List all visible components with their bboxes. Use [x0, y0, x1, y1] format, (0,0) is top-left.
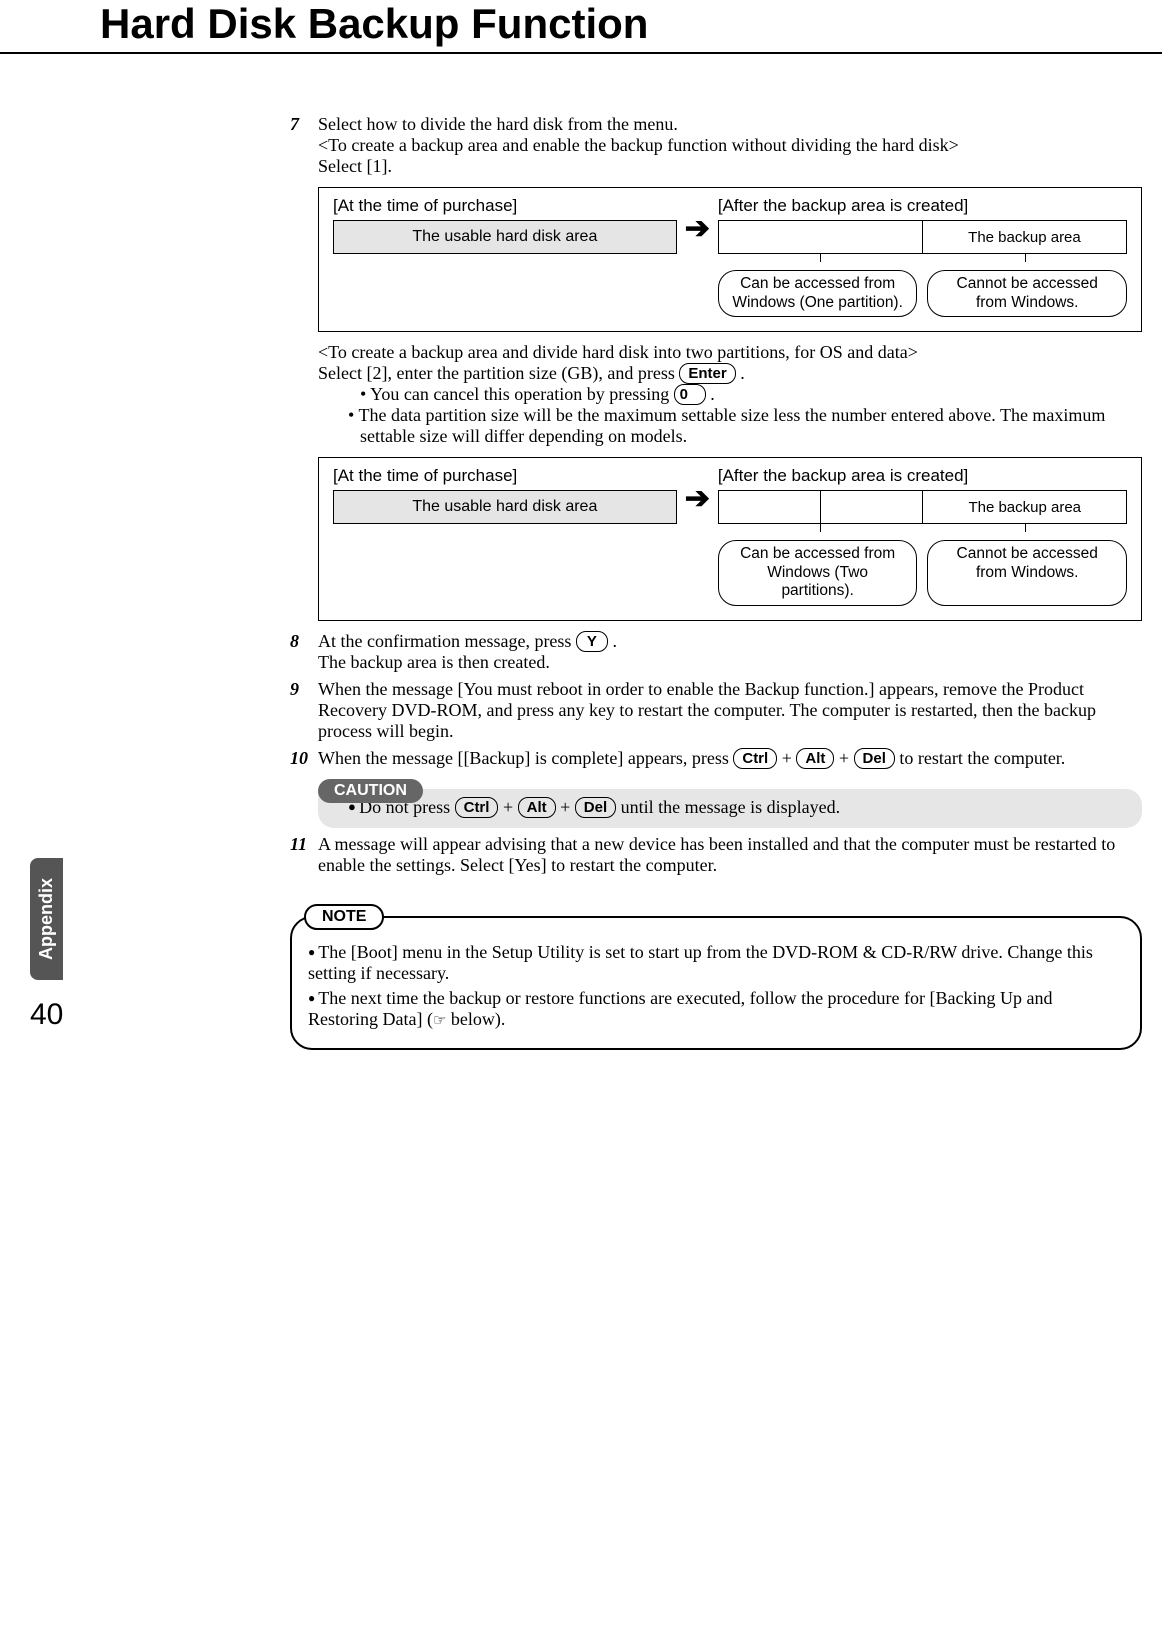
ctrl-key: Ctrl	[733, 748, 777, 769]
arrow-icon: ➔	[677, 196, 718, 244]
alt-key: Alt	[518, 797, 556, 818]
zero-key: 0	[674, 384, 706, 405]
hand-icon: ☞	[433, 1013, 446, 1029]
after-disk-2: The backup area	[718, 490, 1127, 524]
caution-text: Do not press Ctrl + Alt + Del until the …	[348, 797, 1128, 818]
bubble-accessible-one: Can be accessed from Windows (One partit…	[718, 270, 918, 317]
bubble-not-accessible-2: Cannot be accessed from Windows.	[927, 540, 1127, 606]
bubble-accessible-two: Can be accessed from Windows (Two partit…	[718, 540, 918, 606]
caution-box: CAUTION Do not press Ctrl + Alt + Del un…	[318, 779, 1142, 828]
main-content: 7 Select how to divide the hard disk fro…	[290, 114, 1142, 1050]
diagram-2: [At the time of purchase] The usable har…	[318, 457, 1142, 621]
purchase-label-2: [At the time of purchase]	[333, 466, 677, 486]
step7-line5: Select [2], enter the partition size (GB…	[318, 363, 1142, 384]
enter-key: Enter	[679, 363, 735, 384]
after-usable-p2	[821, 491, 922, 523]
note-box: NOTE The [Boot] menu in the Setup Utilit…	[290, 890, 1142, 1050]
note-item-1: The [Boot] menu in the Setup Utility is …	[308, 942, 1124, 984]
page-header: Hard Disk Backup Function	[0, 0, 1162, 54]
del-key: Del	[854, 748, 895, 769]
after-label: [After the backup area is created]	[718, 196, 1127, 216]
usable-disk-area: The usable hard disk area	[333, 220, 677, 254]
alt-key: Alt	[796, 748, 834, 769]
step-10: 10 When the message [[Backup] is complet…	[290, 748, 1142, 769]
step7-line1: Select how to divide the hard disk from …	[318, 114, 678, 134]
usable-disk-area-2: The usable hard disk area	[333, 490, 677, 524]
step7-line4: <To create a backup area and divide hard…	[318, 342, 1142, 363]
arrow-icon-2: ➔	[677, 466, 718, 514]
caution-label: CAUTION	[318, 779, 423, 803]
page-number: 40	[30, 998, 63, 1032]
ctrl-key: Ctrl	[455, 797, 499, 818]
purchase-label: [At the time of purchase]	[333, 196, 677, 216]
step-7: 7 Select how to divide the hard disk fro…	[290, 114, 1142, 135]
after-backup-area: The backup area	[922, 221, 1126, 253]
step7-line2: <To create a backup area and enable the …	[318, 135, 1142, 156]
step-8: 8 At the confirmation message, press Y .…	[290, 631, 1142, 673]
step7-sub2: The data partition size will be the maxi…	[346, 405, 1142, 447]
step-number: 7	[290, 114, 318, 135]
after-label-2: [After the backup area is created]	[718, 466, 1127, 486]
note-label: NOTE	[304, 904, 384, 930]
step-number: 10	[290, 748, 318, 769]
side-tab-appendix: Appendix	[30, 858, 63, 980]
step-number: 9	[290, 679, 318, 700]
after-backup-area-2: The backup area	[922, 491, 1126, 523]
step-number: 8	[290, 631, 318, 652]
after-usable-area	[719, 221, 922, 253]
step-body: Select how to divide the hard disk from …	[318, 114, 1142, 135]
step7-sub1: You can cancel this operation by pressin…	[346, 384, 1142, 405]
after-disk: The backup area	[718, 220, 1127, 254]
page-title: Hard Disk Backup Function	[100, 0, 1162, 52]
step7-line3: Select [1].	[318, 156, 1142, 177]
diagram-1: [At the time of purchase] The usable har…	[318, 187, 1142, 332]
bubble-not-accessible: Cannot be accessed from Windows.	[927, 270, 1127, 317]
after-usable-p1	[719, 491, 821, 523]
y-key: Y	[576, 631, 608, 652]
step-9: 9 When the message [You must reboot in o…	[290, 679, 1142, 742]
del-key: Del	[575, 797, 616, 818]
step-11: 11 A message will appear advising that a…	[290, 834, 1142, 876]
step-number: 11	[290, 834, 318, 855]
note-item-2: The next time the backup or restore func…	[308, 988, 1124, 1030]
